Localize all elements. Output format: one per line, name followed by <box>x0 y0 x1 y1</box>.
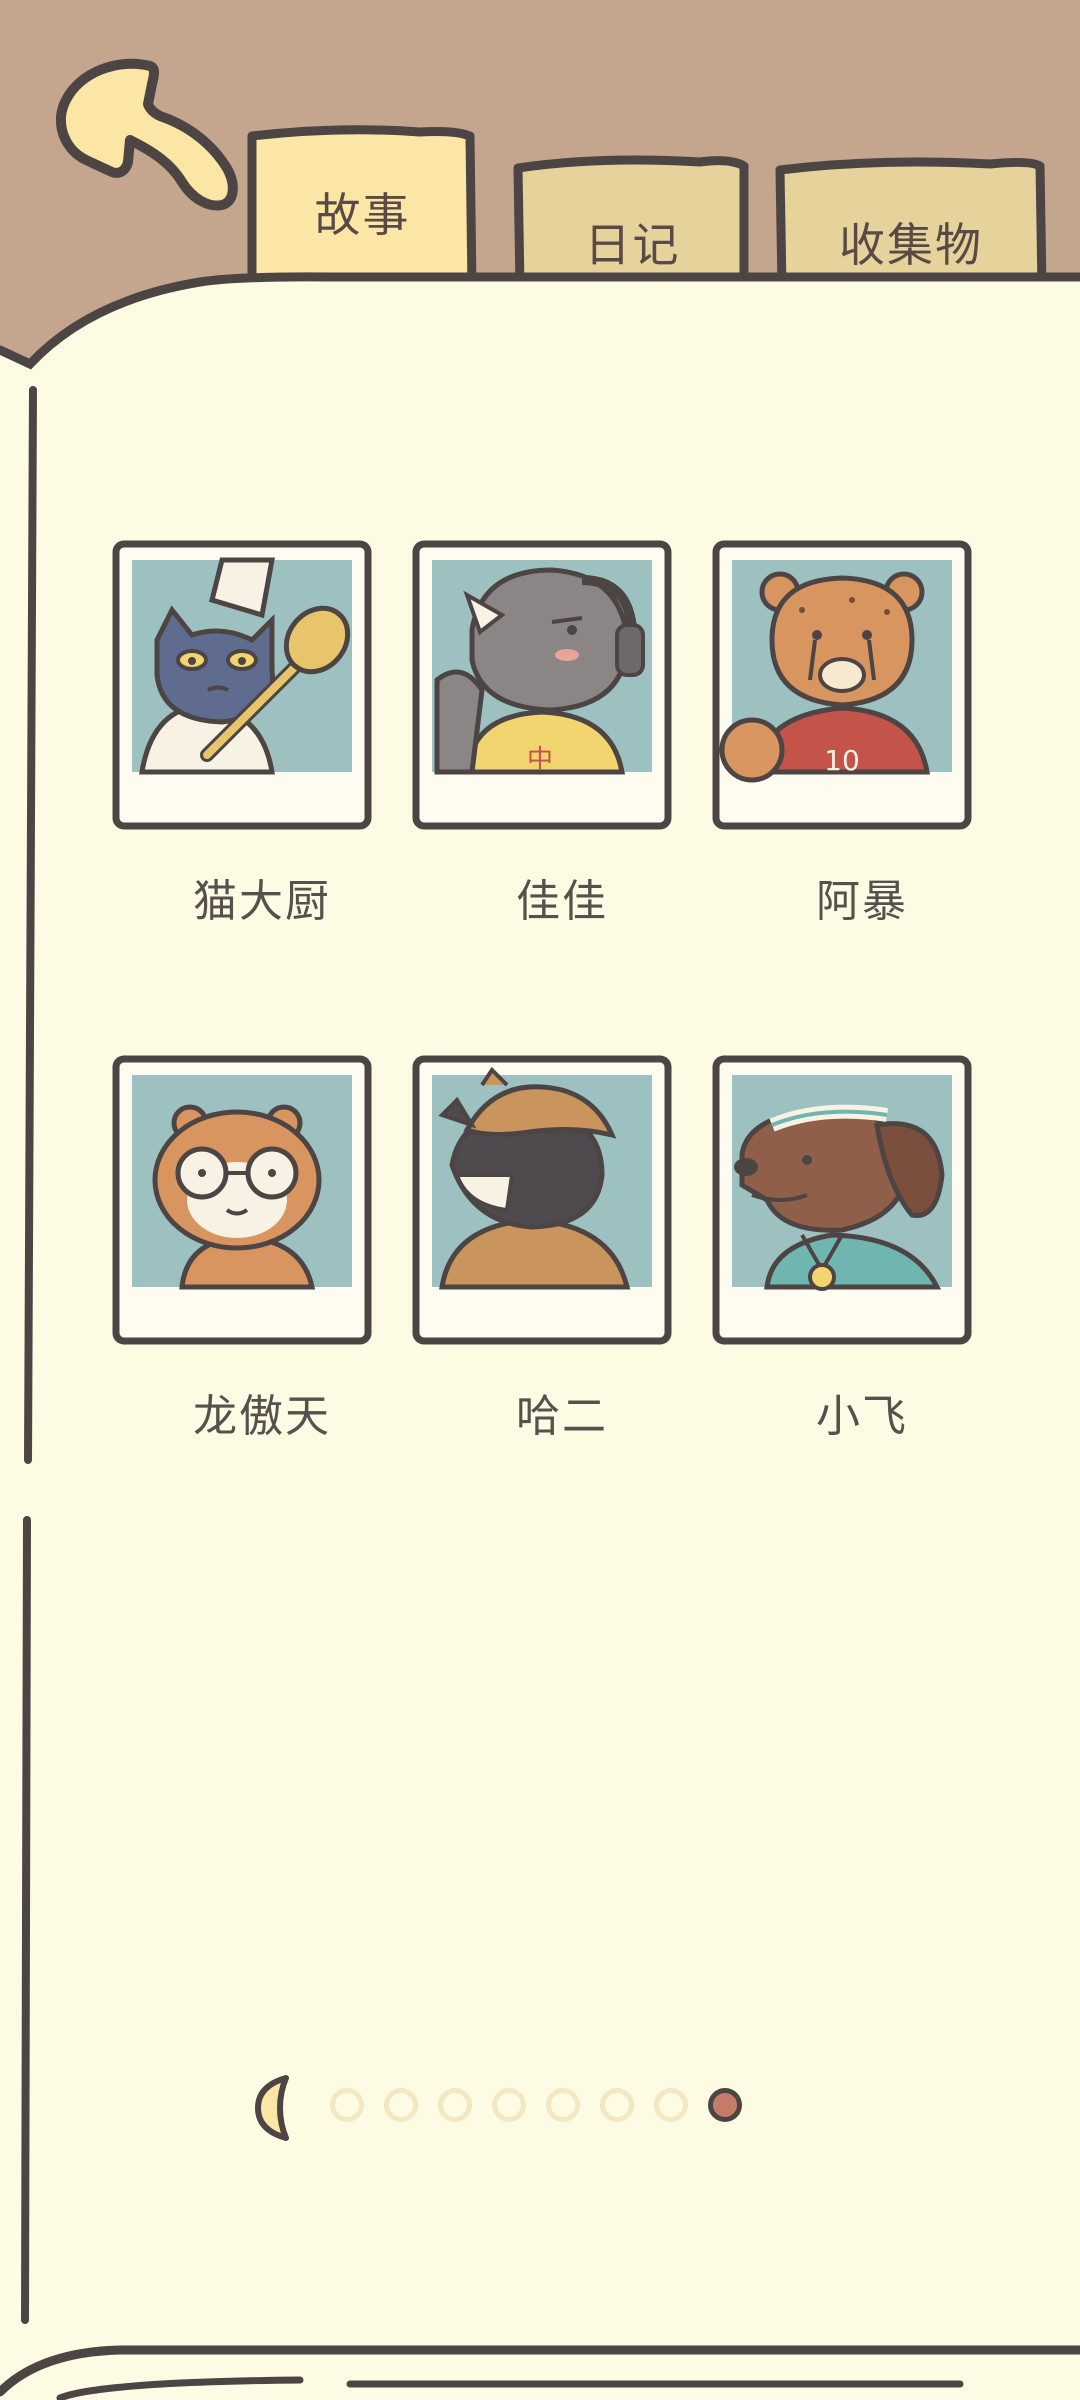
page-dot[interactable] <box>546 2088 580 2122</box>
back-button[interactable] <box>50 55 240 225</box>
tab-story[interactable]: 故事 <box>250 192 475 238</box>
character-name: 佳佳 <box>516 876 608 927</box>
page-dot[interactable] <box>438 2088 472 2122</box>
page-indicator <box>250 2068 770 2148</box>
tab-collection[interactable]: 收集物 <box>780 222 1042 268</box>
husky-detective-portrait <box>412 1055 712 1375</box>
chef-cat-portrait <box>112 540 412 860</box>
page-dot[interactable] <box>384 2088 418 2122</box>
svg-text:中: 中 <box>527 745 553 775</box>
page-dot[interactable] <box>492 2088 526 2122</box>
character-card-chef-cat[interactable]: 猫大厨 <box>112 540 412 927</box>
character-name: 小飞 <box>816 1391 908 1442</box>
character-card-hamster[interactable]: 龙傲天 <box>112 1055 412 1442</box>
tab-diary[interactable]: 日记 <box>520 222 745 268</box>
cheetah-basketball-portrait: 10 <box>712 540 1012 860</box>
svg-text:10: 10 <box>824 744 860 777</box>
character-name: 阿暴 <box>816 876 908 927</box>
dachshund-athlete-portrait <box>712 1055 1012 1375</box>
prev-page-icon[interactable] <box>252 2072 298 2142</box>
character-card-husky[interactable]: 哈二 <box>412 1055 712 1442</box>
rhino-dj-portrait: 中 <box>412 540 712 860</box>
page-dot[interactable] <box>600 2088 634 2122</box>
character-name: 猫大厨 <box>193 876 331 927</box>
character-card-dachshund[interactable]: 小飞 <box>712 1055 1012 1442</box>
character-card-rhino[interactable]: 中 佳佳 <box>412 540 712 927</box>
page-dot[interactable] <box>330 2088 364 2122</box>
character-card-cheetah[interactable]: 10 阿暴 <box>712 540 1012 927</box>
page-dot[interactable] <box>654 2088 688 2122</box>
page-dot-active[interactable] <box>708 2088 742 2122</box>
character-name: 哈二 <box>516 1391 608 1442</box>
character-name: 龙傲天 <box>193 1391 331 1442</box>
hamster-glasses-portrait <box>112 1055 412 1375</box>
